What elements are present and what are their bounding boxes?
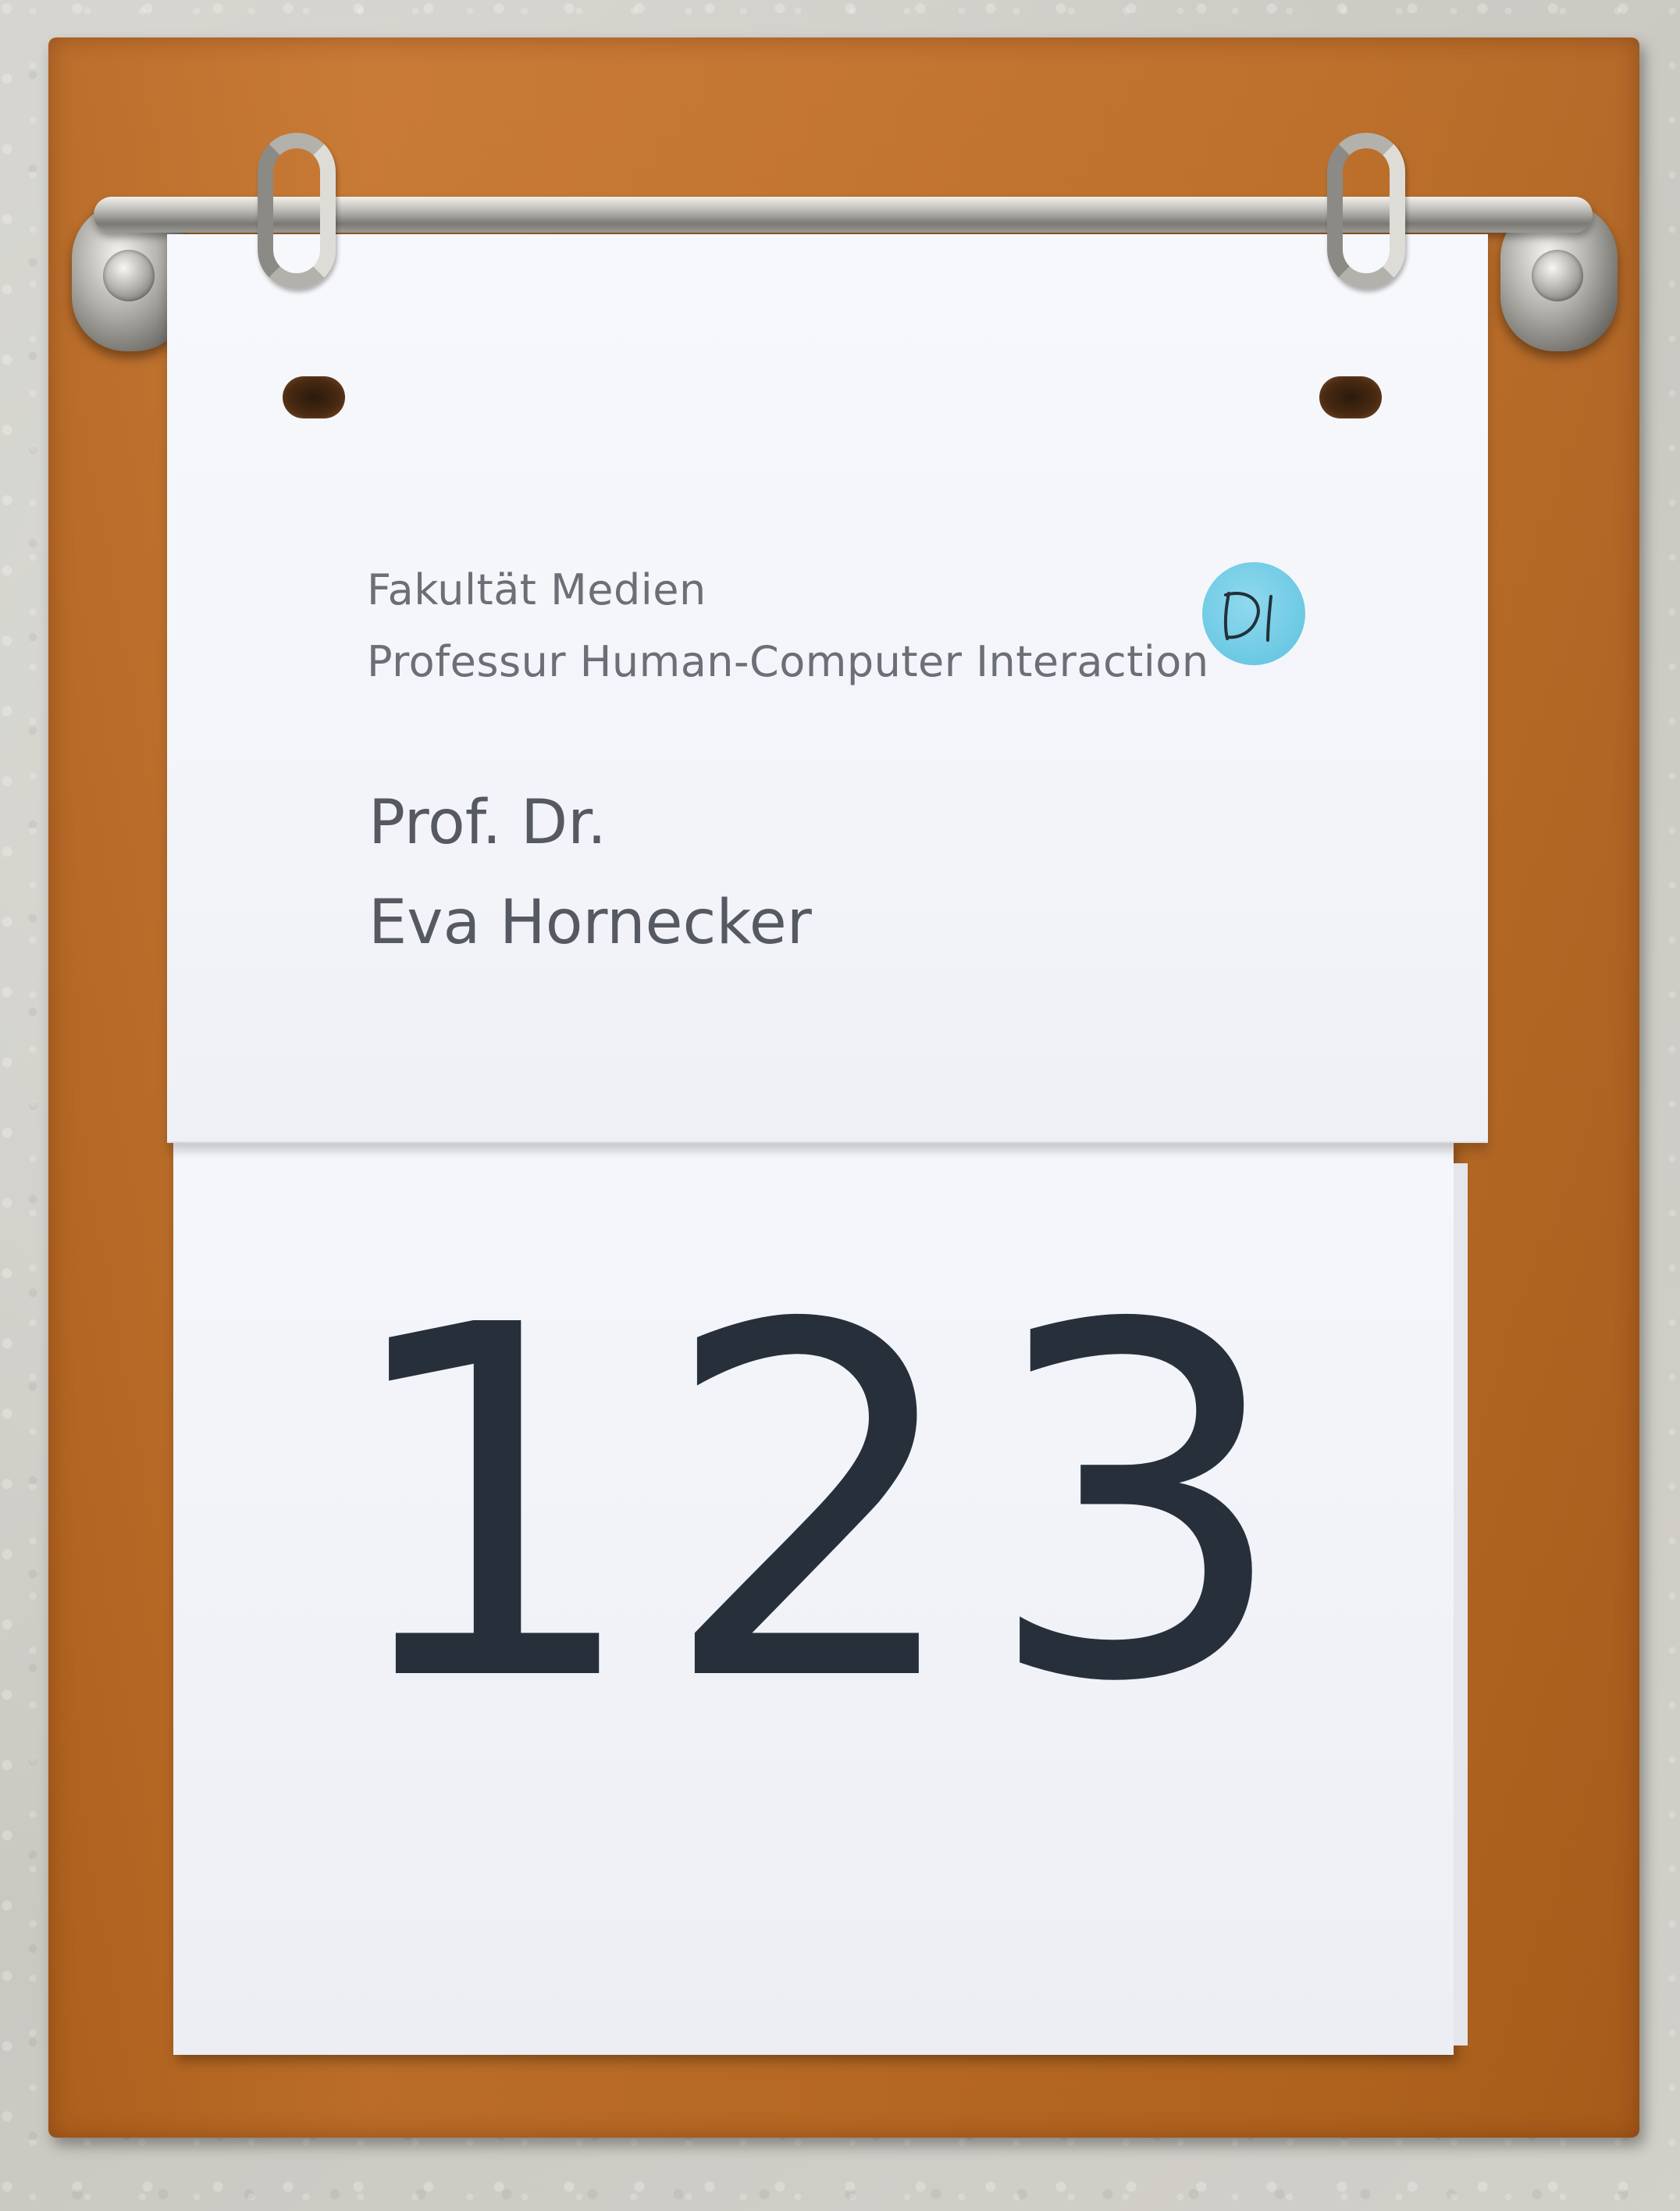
page-stack-edge xyxy=(1454,1163,1468,2045)
binder-ring-left xyxy=(258,133,336,289)
person-name: Eva Hornecker xyxy=(368,888,812,958)
faculty-block: Fakultät Medien Professur Human-Computer… xyxy=(367,554,1209,698)
rivet-right xyxy=(1532,250,1583,301)
rivet-left xyxy=(103,250,155,301)
faculty-name: Fakultät Medien xyxy=(367,565,707,614)
academic-title: Prof. Dr. xyxy=(368,788,607,858)
person-block: Prof. Dr. Eva Hornecker xyxy=(368,773,812,973)
room-sticker xyxy=(1202,562,1305,665)
room-number: 123 xyxy=(336,1225,1307,1788)
punch-hole-right xyxy=(1319,376,1382,418)
professorship-name: Professur Human-Computer Interaction xyxy=(367,637,1209,686)
handwritten-d1-mark xyxy=(1223,592,1272,642)
punch-hole-left xyxy=(283,376,345,418)
binder-ring-right xyxy=(1327,133,1405,289)
